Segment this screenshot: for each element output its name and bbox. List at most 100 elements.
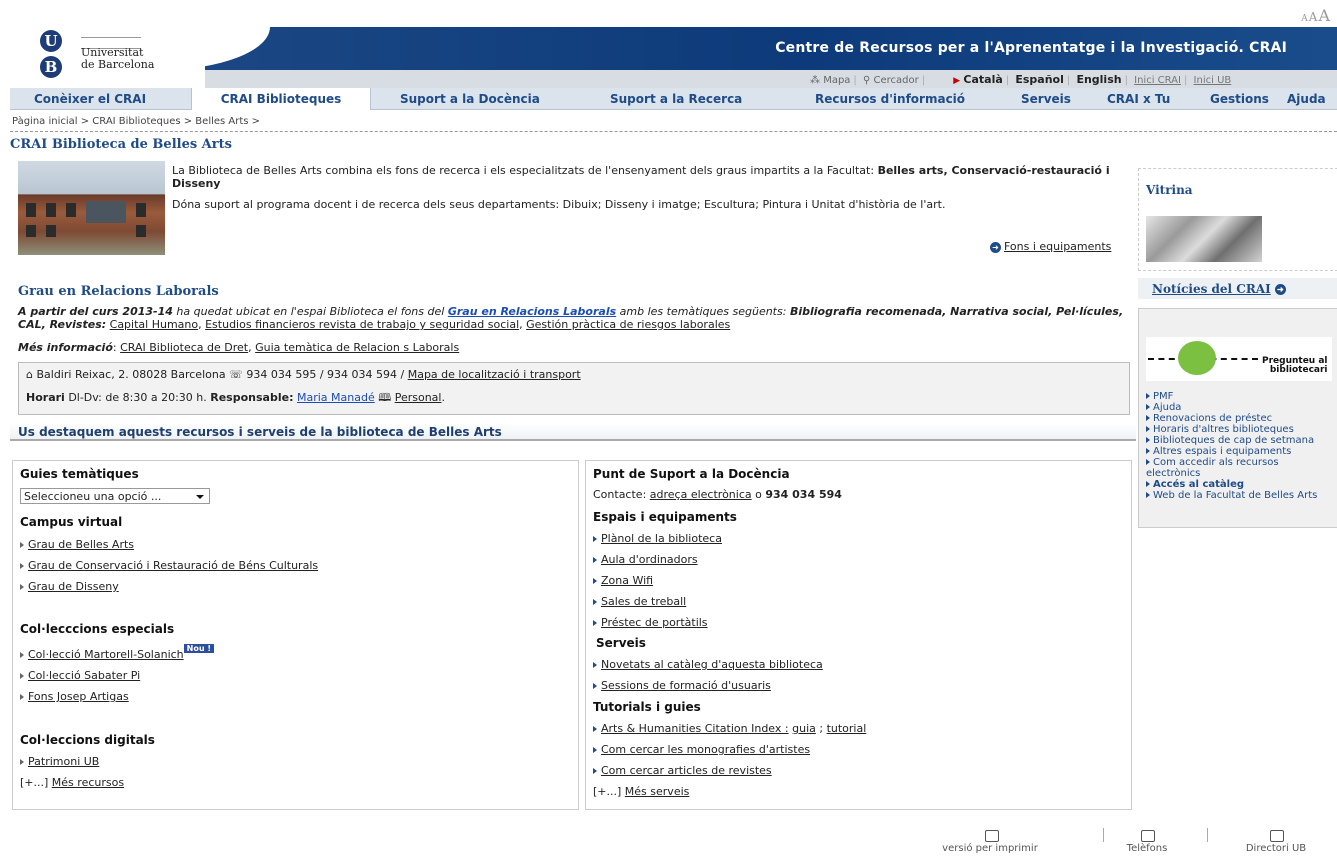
list-item[interactable]: Fons Josep Artigas <box>20 690 129 703</box>
nav-docencia[interactable]: Suport a la Docència <box>400 88 540 109</box>
horari: Horari Dl-Dv: de 8:30 a 20:30 h. Respons… <box>26 391 445 404</box>
guies-title: Guies temàtiques <box>20 467 139 481</box>
lang-english[interactable]: English <box>1076 73 1121 86</box>
footer-divider <box>1207 828 1208 842</box>
psd-title: Punt de Suport a la Docència <box>593 467 790 481</box>
lang-catala[interactable]: Català <box>963 73 1002 86</box>
chevron-down-icon <box>196 495 204 499</box>
ub-name: Universitat de Barcelona <box>81 46 155 71</box>
intro-text: La Biblioteca de Belles Arts combina els… <box>172 164 1110 211</box>
sidebar-item[interactable]: Com accedir als recursos electrònics <box>1146 457 1334 479</box>
more-services[interactable]: [+...] Més serveis <box>593 785 689 798</box>
vitrina-image[interactable] <box>1146 216 1262 262</box>
list-item[interactable]: Com cercar articles de revistes <box>593 764 772 777</box>
list-item[interactable]: Grau de Conservació i Restauració de Bén… <box>20 559 318 572</box>
font-small-button[interactable]: A <box>1301 14 1309 24</box>
font-size-control[interactable]: AAA <box>1301 6 1331 25</box>
home-icon: ⌂ <box>26 368 33 381</box>
breadcrumb[interactable]: Pàgina inicial > CRAI Biblioteques > Bel… <box>12 116 260 127</box>
responsable-link[interactable]: Maria Manadé <box>297 391 375 404</box>
ub-logo-u-icon: U <box>40 30 62 52</box>
noticies-link[interactable]: Notícies del CRAI ➜ <box>1152 282 1289 296</box>
list-item[interactable]: Arts & Humanities Citation Index : guia … <box>593 722 866 735</box>
capital-humano-link[interactable]: Capital Humano <box>110 318 198 331</box>
nav-serveis[interactable]: Serveis <box>1021 88 1071 109</box>
nav-coneixer[interactable]: Conèixer el CRAI <box>34 88 146 109</box>
list-item[interactable]: Sessions de formació d'usuaris <box>593 679 771 692</box>
guia-relacions-link[interactable]: Guia temàtica de Relacion s Laborals <box>255 341 459 354</box>
utility-links: ⁂ Mapa | ⚲ Cercador | ▶ Català | Español | E… <box>810 73 1232 86</box>
list-item[interactable]: Col·lecció Sabater Pi <box>20 669 140 682</box>
telefons-link[interactable]: Telèfons <box>1117 843 1177 854</box>
new-badge: Nou ! <box>183 644 214 653</box>
sidebar-item[interactable]: Renovacions de préstec <box>1146 413 1334 424</box>
personal-link[interactable]: Personal <box>395 391 442 404</box>
nav-recerca[interactable]: Suport a la Recerca <box>610 88 742 109</box>
page-title: CRAI Biblioteca de Belles Arts <box>10 137 232 152</box>
directori-link[interactable]: Directori UB <box>1236 843 1316 854</box>
sidebar-item[interactable]: Horaris d'altres biblioteques <box>1146 424 1334 435</box>
font-large-button[interactable]: A <box>1318 6 1331 25</box>
serveis-title: Serveis <box>596 636 646 650</box>
list-item[interactable]: Grau de Disseny <box>20 580 119 593</box>
estudios-link[interactable]: Estudios financieros revista de trabajo … <box>205 318 519 331</box>
circle-arrow-icon: ➜ <box>990 241 1001 253</box>
list-item[interactable]: Sales de treball <box>593 595 686 608</box>
search-link[interactable]: Cercador <box>874 75 919 86</box>
guia-link[interactable]: guia <box>792 722 816 735</box>
list-item[interactable]: Col·lecció Martorell-Solanich Nou ! <box>20 644 214 661</box>
lang-espanol[interactable]: Español <box>1015 73 1064 86</box>
sidebar-item[interactable]: Web de la Facultat de Belles Arts <box>1146 490 1334 501</box>
mes-info: Més informació: CRAI Biblioteca de Dret,… <box>18 341 460 354</box>
footer-divider <box>1103 828 1104 842</box>
tutorial-link[interactable]: tutorial <box>827 722 867 735</box>
more-resources[interactable]: [+...] Més recursos <box>20 776 124 789</box>
list-item[interactable]: Novetats al catàleg d'aquesta biblioteca <box>593 658 823 671</box>
ub-logo[interactable]: U B Universitat de Barcelona <box>10 27 205 87</box>
arrow-icon: ▶ <box>953 76 961 86</box>
sidebar-item[interactable]: Altres espais i equipaments <box>1146 446 1334 457</box>
ub-logo-b-icon: B <box>40 56 62 78</box>
list-item[interactable]: Com cercar les monografies d'artistes <box>593 743 810 756</box>
nav-biblioteques[interactable]: CRAI Biblioteques <box>191 88 371 110</box>
section-heading: Us destaquem aquests recursos i serveis … <box>10 423 1136 441</box>
list-item[interactable]: Grau de Belles Arts <box>20 538 134 551</box>
list-item[interactable]: Patrimoni UB <box>20 755 99 768</box>
inici-ub-link[interactable]: Inici UB <box>1194 75 1232 86</box>
sidebar-item[interactable]: PMF <box>1146 391 1334 402</box>
nav-crai-x-tu[interactable]: CRAI x Tu <box>1107 88 1170 109</box>
crai-dret-link[interactable]: CRAI Biblioteca de Dret <box>120 341 248 354</box>
list-item[interactable]: Aula d'ordinadors <box>593 553 698 566</box>
col-esp-title: Col·lecccions especials <box>20 622 175 636</box>
gestion-link[interactable]: Gestión pràctica de riesgos laborales <box>526 318 730 331</box>
grau-link[interactable]: Grau en Relacions Laborals <box>448 305 616 318</box>
nav-ajuda[interactable]: Ajuda <box>1287 88 1326 109</box>
sidebar-item[interactable]: Accés al catàleg <box>1146 479 1334 490</box>
list-item[interactable]: Plànol de la biblioteca <box>593 532 722 545</box>
guies-select[interactable]: Seleccioneu una opció ... <box>20 488 210 504</box>
circle-arrow-icon: ➜ <box>1274 284 1286 295</box>
email-link[interactable]: adreça electrònica <box>650 488 752 501</box>
site-title: Centre de Recursos per a l'Aprenentatge … <box>775 40 1287 56</box>
font-medium-button[interactable]: A <box>1309 10 1319 24</box>
sidebar-item[interactable]: Biblioteques de cap de setmana <box>1146 435 1334 446</box>
print-link[interactable]: versió per imprimir <box>930 843 1050 854</box>
address: ⌂ Baldiri Reixac, 2. 08028 Barcelona ☏ 9… <box>26 368 581 381</box>
nav-gestions[interactable]: Gestions <box>1210 88 1269 109</box>
contacte: Contacte: adreça electrònica o 934 034 5… <box>593 488 842 501</box>
inici-crai-link[interactable]: Inici CRAI <box>1134 75 1181 86</box>
espais-title: Espais i equipaments <box>593 510 737 524</box>
map-transport-link[interactable]: Mapa de localització i transport <box>408 368 581 381</box>
fons-link[interactable]: ➜ Fons i equipaments <box>990 240 1111 253</box>
list-item[interactable]: Préstec de portàtils <box>593 616 708 629</box>
map-link[interactable]: Mapa <box>823 75 850 86</box>
col-dig-title: Col·leccions digitals <box>20 733 155 747</box>
sidebar-links: PMF Ajuda Renovacions de préstec Horaris… <box>1146 391 1334 501</box>
tutorials-title: Tutorials i guies <box>593 700 701 714</box>
list-item[interactable]: Zona Wifi <box>593 574 653 587</box>
book-icon <box>1270 830 1284 842</box>
sidebar-item[interactable]: Ajuda <box>1146 402 1334 413</box>
search-icon: ⚲ <box>862 75 871 86</box>
nav-recursos[interactable]: Recursos d'informació <box>815 88 965 109</box>
book-icon: 🕮 <box>378 391 392 404</box>
